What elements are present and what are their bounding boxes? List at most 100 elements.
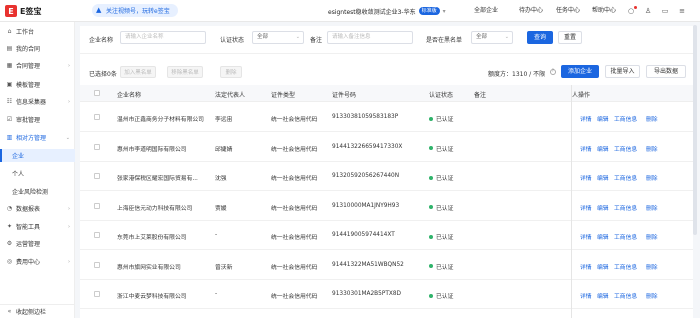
nav-help-center[interactable]: 帮助中心 — [592, 5, 616, 17]
blacklist-label: 是否在黑名单 — [426, 37, 463, 44]
detail-link[interactable]: 详情 — [580, 232, 592, 241]
row-checkbox[interactable] — [94, 261, 100, 268]
add-blacklist-button[interactable]: 加入黑名单 — [120, 66, 156, 78]
detail-link[interactable]: 详情 — [580, 114, 592, 123]
status-text: 已认证 — [436, 205, 454, 212]
delete-link[interactable]: 删除 — [646, 262, 658, 271]
id-type-cell: 统一社会信用代码 — [271, 235, 318, 241]
business-info-link[interactable]: 工商信息 — [614, 114, 637, 123]
delete-button[interactable]: 删除 — [220, 66, 242, 78]
edit-link[interactable]: 编辑 — [597, 144, 609, 153]
company-name-cell: 东莞市上艾莱股份有限公司 — [117, 235, 187, 241]
detail-link[interactable]: 详情 — [580, 262, 592, 271]
sidebar-item-label: 个人 — [12, 171, 25, 178]
edit-link[interactable]: 编辑 — [597, 232, 609, 241]
form-icon: ☷ — [6, 98, 13, 105]
edit-link[interactable]: 编辑 — [597, 173, 609, 182]
status-dot — [429, 146, 433, 150]
status-text: 已认证 — [436, 294, 454, 300]
screen-icon[interactable]: ▭ — [660, 6, 670, 16]
table-row: 浙江中麦云梦科技有限公司 - 统一社会信用代码 91330301MA2B5PTX8D 已… — [80, 280, 695, 309]
sidebar-item-billing[interactable]: ◎ 费用中心 › — [0, 255, 75, 268]
sidebar-item-enterprise[interactable]: 企业 — [0, 149, 75, 162]
sidebar-item-counterparty[interactable]: ▥ 相对方管理 ⌄ — [0, 131, 75, 144]
reset-button[interactable]: 重置 — [558, 31, 582, 44]
nav-all-companies[interactable]: 全部企业 — [474, 5, 498, 17]
delete-link[interactable]: 删除 — [646, 232, 658, 241]
batch-import-button[interactable]: 批量导入 — [605, 65, 640, 78]
sidebar-item-template-management[interactable]: ▣ 模板管理 — [0, 78, 75, 91]
column-header: 法定代表人 — [215, 92, 246, 99]
company-name-input[interactable]: 请输入企业名称 — [120, 31, 206, 44]
sidebar-item-approval[interactable]: ☑ 审批管理 — [0, 113, 75, 126]
logo-text: E签宝 — [20, 6, 42, 16]
sidebar-item-risk-check[interactable]: 企业风险检测 — [0, 185, 75, 198]
row-checkbox[interactable] — [94, 143, 100, 150]
delete-link[interactable]: 删除 — [646, 144, 658, 153]
column-header: 企业名称 — [117, 92, 142, 99]
id-type-cell: 统一社会信用代码 — [271, 205, 318, 212]
app-logo[interactable]: E E签宝 — [5, 5, 41, 17]
select-all-checkbox[interactable] — [94, 90, 100, 96]
sidebar-item-smart-tools[interactable]: ✦ 智能工具 › — [0, 220, 75, 233]
sidebar-item-workbench[interactable]: ⌂ 工作台 — [0, 25, 75, 38]
table-row: 惠州市旗网实业有限公司 曾沃新 统一社会信用代码 91441322MA51WBQN52… — [80, 251, 695, 280]
user-icon[interactable]: ♙ — [643, 6, 653, 16]
column-header: 认证状态 — [429, 92, 454, 99]
business-info-link[interactable]: 工商信息 — [614, 262, 637, 271]
nav-task-center[interactable]: 任务中心 — [556, 5, 580, 17]
detail-link[interactable]: 详情 — [580, 291, 592, 300]
scrollbar-thumb[interactable] — [693, 25, 697, 235]
company-switcher[interactable]: esigntest稳收敛测试企业3-华东 标准版 ▾ — [328, 5, 446, 17]
edit-link[interactable]: 编辑 — [597, 114, 609, 123]
business-info-link[interactable]: 工商信息 — [614, 291, 637, 300]
sidebar-item-operations[interactable]: ⚙ 运营管理 — [0, 237, 75, 250]
remove-blacklist-button[interactable]: 移除黑名单 — [167, 66, 203, 78]
add-company-button[interactable]: 添加企业 — [561, 65, 599, 78]
detail-link[interactable]: 详情 — [580, 203, 592, 212]
blacklist-select[interactable]: 全部 ⌄ — [471, 31, 513, 44]
help-icon[interactable]: ? — [550, 69, 556, 75]
company-name-cell: 温州市正鑫商务分子材料有限公司 — [117, 117, 204, 123]
row-checkbox[interactable] — [94, 173, 100, 179]
delete-link[interactable]: 删除 — [646, 114, 658, 123]
row-checkbox[interactable] — [94, 114, 100, 120]
sidebar-item-label: 运营管理 — [16, 241, 41, 248]
business-info-link[interactable]: 工商信息 — [614, 144, 637, 153]
edit-link[interactable]: 编辑 — [597, 203, 609, 212]
delete-link[interactable]: 删除 — [646, 173, 658, 182]
tool-icon: ✦ — [6, 223, 13, 230]
main-panel: 企业名称 请输入企业名称 认证状态 全部 ⌄ 备注 请输入备注信息 是否在黑名单 … — [80, 26, 695, 318]
table-row: 上海臣信元动力科技有限公司 贾媛 统一社会信用代码 91310000MA1JNY9H9… — [80, 192, 695, 221]
menu-icon[interactable]: ≡ — [677, 6, 687, 16]
row-checkbox[interactable] — [94, 291, 100, 297]
auth-status-select[interactable]: 全部 ⌄ — [252, 31, 304, 44]
sidebar-item-individual[interactable]: 个人 — [0, 167, 75, 180]
delete-link[interactable]: 删除 — [646, 203, 658, 212]
sidebar-item-contract-management[interactable]: ▦ 合同管理 › — [0, 59, 75, 72]
company-name-cell: 惠州市旗网实业有限公司 — [117, 264, 181, 271]
business-info-link[interactable]: 工商信息 — [614, 232, 637, 241]
company-name-label: 企业名称 — [89, 37, 114, 44]
collapse-sidebar-button[interactable]: « 收起侧边栏 — [0, 304, 75, 318]
row-checkbox[interactable] — [94, 202, 100, 209]
export-data-button[interactable]: 导出数据 — [646, 65, 686, 78]
nav-todo-center[interactable]: 待办中心 — [519, 5, 543, 17]
business-info-link[interactable]: 工商信息 — [614, 173, 637, 182]
detail-link[interactable]: 详情 — [580, 173, 592, 182]
legal-rep-cell: 曾沃新 — [215, 264, 233, 271]
search-button[interactable]: 查询 — [527, 31, 553, 44]
row-checkbox[interactable] — [94, 232, 100, 238]
edit-link[interactable]: 编辑 — [597, 262, 609, 271]
id-number-cell: 914413226659417330X — [332, 143, 403, 150]
promo-banner[interactable]: ▲ 关注视频号，玩转e签宝 — [92, 4, 178, 17]
id-type-cell: 统一社会信用代码 — [271, 264, 318, 271]
detail-link[interactable]: 详情 — [580, 144, 592, 153]
business-info-link[interactable]: 工商信息 — [614, 203, 637, 212]
edit-link[interactable]: 编辑 — [597, 291, 609, 300]
remark-input[interactable]: 请输入备注信息 — [327, 31, 413, 44]
delete-link[interactable]: 删除 — [646, 291, 658, 300]
sidebar-item-info-collector[interactable]: ☷ 信息采集器 › — [0, 95, 75, 108]
sidebar-item-reports[interactable]: ◔ 数据报表 › — [0, 202, 75, 215]
sidebar-item-my-contracts[interactable]: ▤ 我的合同 — [0, 42, 75, 55]
